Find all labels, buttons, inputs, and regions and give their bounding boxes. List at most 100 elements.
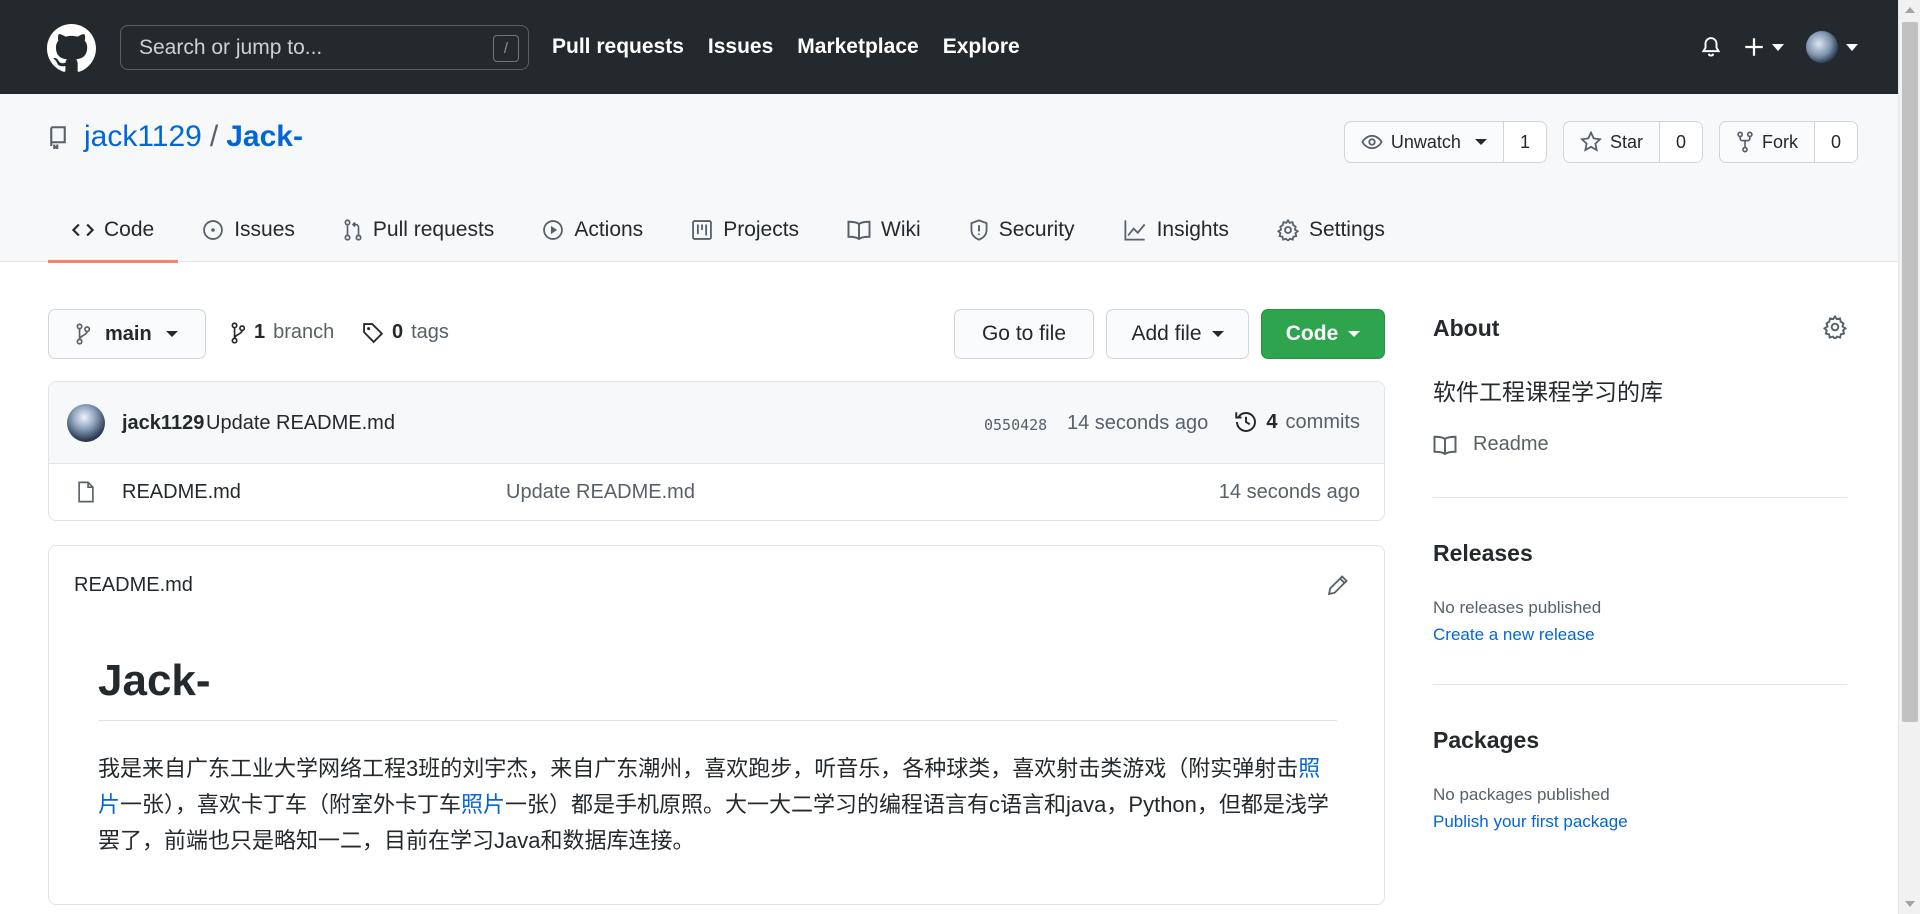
commit-count: 4 [1266,410,1278,433]
star-button[interactable]: Star [1564,122,1660,162]
nav-pull-requests[interactable]: Pull requests [552,35,684,59]
tab-issues[interactable]: Issues [178,198,319,262]
publish-package-link[interactable]: Publish your first package [1433,812,1628,832]
branches-link[interactable]: 1 branch [230,321,334,344]
readme-sidebar-link[interactable]: Readme [1433,433,1549,456]
code-label: Code [1285,322,1339,345]
readme-photo-link[interactable]: 照片 [461,792,505,817]
main-content: main 1 branch 0 tags Go to file Add file… [48,309,1385,905]
gear-icon[interactable] [1823,315,1847,339]
star-icon [1579,131,1602,152]
search-input[interactable]: Search or jump to... / [120,25,529,70]
tab-code[interactable]: Code [48,198,179,263]
fork-button-group: Fork 0 [1718,121,1858,163]
packages-heading[interactable]: Packages [1433,727,1539,754]
readme-sidebar-label: Readme [1473,433,1549,455]
scroll-down-arrow-icon[interactable] [1905,901,1915,907]
pencil-icon[interactable] [1327,574,1349,596]
chevron-down-icon [1772,43,1784,51]
search-placeholder: Search or jump to... [139,35,323,59]
avatar[interactable] [67,404,105,442]
readme-title: Jack- [98,656,1337,721]
tag-count: 0 [392,321,404,343]
tab-wiki[interactable]: Wiki [823,198,945,262]
about-heading: About [1433,315,1500,341]
watch-button-group: Unwatch 1 [1343,121,1547,163]
nav-explore[interactable]: Explore [943,35,1020,59]
nav-issues[interactable]: Issues [708,35,773,59]
star-label: Star [1609,131,1643,152]
commits-link[interactable]: 4 commits [1234,410,1360,434]
tab-settings[interactable]: Settings [1253,198,1409,262]
chevron-down-icon [1474,139,1487,145]
file-name[interactable]: README.md [122,481,241,504]
tab-label: Projects [723,218,800,241]
file-browser: jack1129 Update README.md 0550428 14 sec… [48,381,1385,521]
commit-message[interactable]: Update README.md [206,412,395,435]
scrollbar-thumb[interactable] [1902,22,1918,722]
latest-commit-bar: jack1129 Update README.md 0550428 14 sec… [49,382,1384,464]
repo-name-link[interactable]: Jack- [226,120,303,154]
go-to-file-label: Go to file [981,322,1067,345]
tab-pull-requests[interactable]: Pull requests [319,198,518,262]
create-release-link[interactable]: Create a new release [1433,625,1595,645]
commit-author[interactable]: jack1129 [122,412,204,435]
unwatch-button[interactable]: Unwatch [1345,122,1504,162]
user-menu-dropdown[interactable] [1806,31,1858,63]
fork-count[interactable]: 0 [1814,122,1857,162]
star-count[interactable]: 0 [1659,122,1702,162]
global-header: Search or jump to... / Pull requests Iss… [0,0,1898,94]
repository-header: jack1129 / Jack- Unwatch 1 Star 0 Fork 0 [0,94,1898,263]
chevron-down-icon [165,331,178,337]
repo-action-buttons: Unwatch 1 Star 0 Fork 0 [1343,121,1858,163]
create-new-dropdown[interactable] [1744,37,1784,57]
go-to-file-button[interactable]: Go to file [954,309,1094,359]
repo-title: jack1129 / Jack- [48,120,303,154]
tab-label: Issues [234,218,295,241]
repo-separator: / [209,120,219,153]
search-shortcut-hint: / [493,35,519,62]
nav-marketplace[interactable]: Marketplace [797,35,918,59]
github-logo-icon[interactable] [47,24,96,73]
avatar [1806,31,1838,63]
scroll-up-arrow-icon[interactable] [1905,7,1915,13]
shield-icon [970,219,988,241]
pull-request-icon [344,219,362,241]
fork-label: Fork [1761,131,1798,152]
file-commit-message[interactable]: Update README.md [506,481,695,504]
tags-link[interactable]: 0 tags [362,321,449,344]
code-icon [72,223,94,237]
tab-projects[interactable]: Projects [667,198,823,262]
code-button[interactable]: Code [1261,309,1385,359]
tab-actions[interactable]: Actions [518,198,667,262]
branch-selector[interactable]: main [48,309,206,359]
table-row[interactable]: README.md Update README.md 14 seconds ag… [49,464,1384,520]
add-file-button[interactable]: Add file [1106,309,1249,359]
releases-empty-text: No releases published [1433,598,1602,617]
project-icon [692,220,713,240]
play-icon [543,220,564,240]
graph-icon [1124,220,1145,241]
file-time: 14 seconds ago [1218,481,1360,503]
tab-security[interactable]: Security [945,198,1099,262]
bell-icon[interactable] [1700,35,1722,59]
fork-icon [1737,131,1753,153]
commit-count-label: commits [1285,410,1360,433]
gear-icon [1276,219,1299,241]
branch-count: 1 [254,321,266,343]
releases-heading[interactable]: Releases [1433,540,1533,567]
chevron-down-icon [1211,331,1224,337]
book-icon [847,220,871,241]
readme-panel: README.md Jack- 我是来自广东工业大学网络工程3班的刘宇杰，来自广… [48,545,1385,905]
repo-owner-link[interactable]: jack1129 [84,120,202,154]
branch-name: main [105,322,152,345]
tab-insights[interactable]: Insights [1099,198,1253,262]
fork-button[interactable]: Fork [1720,122,1815,162]
watch-count[interactable]: 1 [1503,122,1546,162]
divider [1433,684,1847,685]
page-scrollbar[interactable] [1898,0,1920,914]
commit-sha[interactable]: 0550428 [984,416,1047,434]
branch-icon [231,321,246,344]
commit-time: 14 seconds ago [1067,412,1209,434]
tab-label: Insights [1156,218,1229,241]
